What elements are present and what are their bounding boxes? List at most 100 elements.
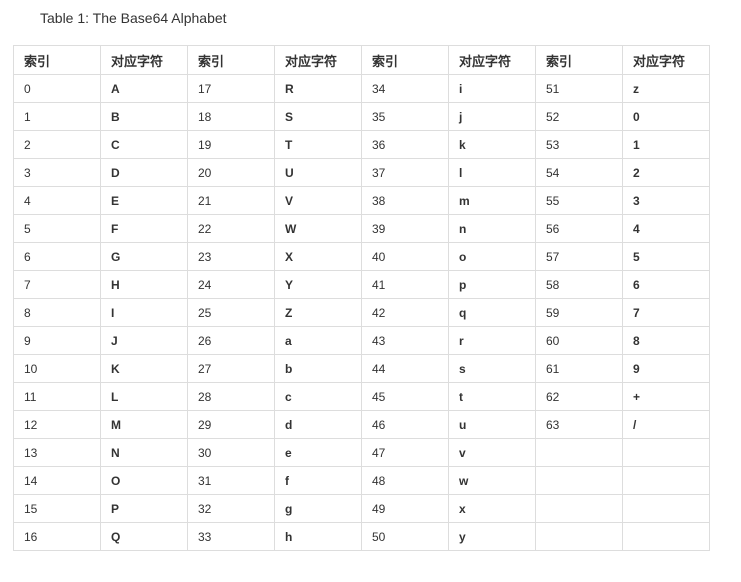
index-cell: 40	[361, 242, 449, 271]
index-cell: 52	[535, 102, 623, 131]
header-char: 对应字符	[100, 45, 188, 75]
index-cell: 14	[13, 466, 101, 495]
char-cell	[622, 466, 710, 495]
index-cell: 7	[13, 270, 101, 299]
char-cell: S	[274, 102, 362, 131]
char-cell: F	[100, 214, 188, 243]
index-cell: 61	[535, 354, 623, 383]
index-cell: 31	[187, 466, 275, 495]
index-cell: 27	[187, 354, 275, 383]
char-cell: Q	[100, 522, 188, 551]
header-char: 对应字符	[622, 45, 710, 75]
table-row: 9 J 26 a 43 r 60 8	[13, 326, 710, 355]
index-cell: 37	[361, 158, 449, 187]
index-cell: 10	[13, 354, 101, 383]
char-cell: P	[100, 494, 188, 523]
table-row: 7 H 24 Y 41 p 58 6	[13, 270, 710, 299]
char-cell: H	[100, 270, 188, 299]
table-row: 3 D 20 U 37 l 54 2	[13, 158, 710, 187]
char-cell: 8	[622, 326, 710, 355]
table-row: 0 A 17 R 34 i 51 z	[13, 74, 710, 103]
char-cell: Y	[274, 270, 362, 299]
table-row: 5 F 22 W 39 n 56 4	[13, 214, 710, 243]
char-cell: T	[274, 130, 362, 159]
char-cell: t	[448, 382, 536, 411]
char-cell: I	[100, 298, 188, 327]
index-cell: 9	[13, 326, 101, 355]
index-cell: 48	[361, 466, 449, 495]
char-cell: h	[274, 522, 362, 551]
index-cell: 50	[361, 522, 449, 551]
table-header-row: 索引 对应字符 索引 对应字符 索引 对应字符 索引 对应字符	[13, 45, 710, 75]
char-cell: i	[448, 74, 536, 103]
table-row: 4 E 21 V 38 m 55 3	[13, 186, 710, 215]
char-cell: b	[274, 354, 362, 383]
char-cell: D	[100, 158, 188, 187]
index-cell: 33	[187, 522, 275, 551]
index-cell: 39	[361, 214, 449, 243]
index-cell: 35	[361, 102, 449, 131]
index-cell: 54	[535, 158, 623, 187]
char-cell: 2	[622, 158, 710, 187]
table-row: 11 L 28 c 45 t 62 +	[13, 382, 710, 411]
index-cell: 41	[361, 270, 449, 299]
char-cell: r	[448, 326, 536, 355]
index-cell: 34	[361, 74, 449, 103]
char-cell: 1	[622, 130, 710, 159]
index-cell: 59	[535, 298, 623, 327]
char-cell: z	[622, 74, 710, 103]
char-cell: e	[274, 438, 362, 467]
table-row: 15 P 32 g 49 x	[13, 494, 710, 523]
index-cell: 20	[187, 158, 275, 187]
index-cell: 24	[187, 270, 275, 299]
index-cell: 19	[187, 130, 275, 159]
index-cell: 29	[187, 410, 275, 439]
header-index: 索引	[361, 45, 449, 75]
char-cell: p	[448, 270, 536, 299]
index-cell: 26	[187, 326, 275, 355]
char-cell: E	[100, 186, 188, 215]
char-cell: Z	[274, 298, 362, 327]
index-cell: 44	[361, 354, 449, 383]
char-cell: X	[274, 242, 362, 271]
index-cell: 12	[13, 410, 101, 439]
index-cell: 56	[535, 214, 623, 243]
char-cell: d	[274, 410, 362, 439]
char-cell: B	[100, 102, 188, 131]
table-row: 1 B 18 S 35 j 52 0	[13, 102, 710, 131]
index-cell	[535, 438, 623, 467]
index-cell: 47	[361, 438, 449, 467]
char-cell: g	[274, 494, 362, 523]
char-cell	[622, 494, 710, 523]
char-cell: 9	[622, 354, 710, 383]
index-cell: 3	[13, 158, 101, 187]
header-char: 对应字符	[274, 45, 362, 75]
index-cell: 18	[187, 102, 275, 131]
char-cell: 3	[622, 186, 710, 215]
char-cell: j	[448, 102, 536, 131]
table-caption: Table 1: The Base64 Alphabet	[40, 10, 227, 26]
char-cell: G	[100, 242, 188, 271]
index-cell: 58	[535, 270, 623, 299]
index-cell: 60	[535, 326, 623, 355]
char-cell: k	[448, 130, 536, 159]
char-cell: x	[448, 494, 536, 523]
char-cell: v	[448, 438, 536, 467]
char-cell: K	[100, 354, 188, 383]
table-row: 14 O 31 f 48 w	[13, 466, 710, 495]
char-cell: 0	[622, 102, 710, 131]
index-cell: 32	[187, 494, 275, 523]
char-cell	[622, 438, 710, 467]
index-cell: 42	[361, 298, 449, 327]
index-cell: 21	[187, 186, 275, 215]
index-cell: 17	[187, 74, 275, 103]
index-cell: 6	[13, 242, 101, 271]
char-cell: U	[274, 158, 362, 187]
index-cell: 57	[535, 242, 623, 271]
char-cell: y	[448, 522, 536, 551]
char-cell: W	[274, 214, 362, 243]
index-cell	[535, 494, 623, 523]
header-index: 索引	[13, 45, 101, 75]
index-cell: 5	[13, 214, 101, 243]
index-cell: 38	[361, 186, 449, 215]
